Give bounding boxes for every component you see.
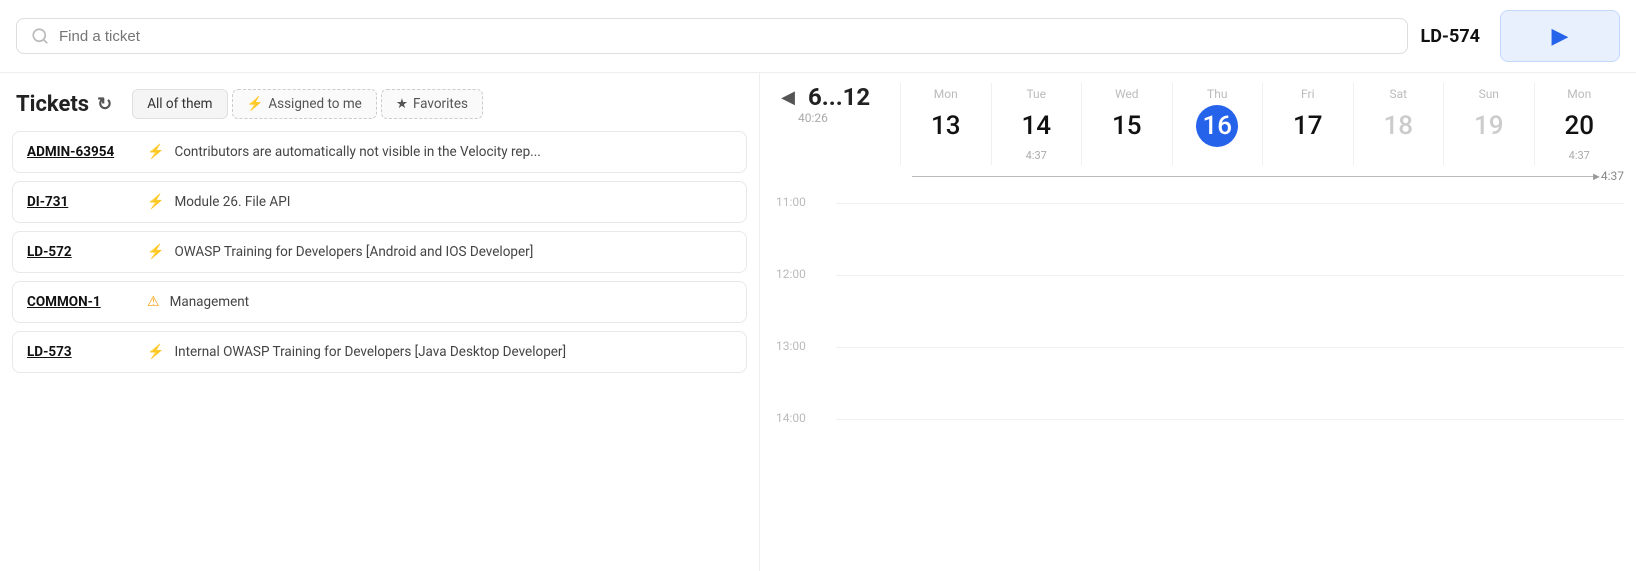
time-grid-line [836, 203, 1624, 204]
play-button[interactable]: ▶ [1500, 10, 1620, 62]
favorites-icon: ★ [396, 96, 408, 112]
ticket-item[interactable]: LD-573 ⚡ Internal OWASP Training for Dev… [12, 331, 747, 373]
lightning-icon: ⚡ [147, 144, 164, 160]
day-name: Fri [1301, 83, 1314, 101]
time-end-label: 4:37 [1601, 169, 1624, 183]
day-column[interactable]: Mon 13 [900, 83, 991, 165]
day-column[interactable]: Sun 19 [1443, 83, 1534, 165]
search-box[interactable] [16, 18, 1408, 54]
week-range: 6...12 [808, 83, 870, 111]
day-hours: 4:37 [1569, 149, 1590, 165]
filter-assigned-label: Assigned to me [268, 96, 362, 112]
tickets-title: Tickets ↻ [16, 92, 112, 117]
ticket-id: LD-573 [27, 344, 137, 360]
filter-all-label: All of them [147, 96, 212, 112]
days-row: Mon 13 Tue 14 4:37 Wed 15 Thu 16 Fri 17 … [900, 83, 1636, 165]
ticket-item[interactable]: ADMIN-63954 ⚡ Contributors are automatic… [12, 131, 747, 173]
day-number[interactable]: 18 [1377, 105, 1419, 147]
warning-icon: ⚠ [147, 294, 160, 310]
ticket-id-badge: LD-574 [1420, 26, 1488, 47]
time-label: 13:00 [776, 339, 806, 353]
lightning-icon: ⚡ [147, 244, 164, 260]
calendar-body[interactable]: 11:00 12:00 13:00 14:00 [760, 195, 1636, 571]
time-label: 12:00 [776, 267, 806, 281]
search-input[interactable] [59, 28, 1393, 45]
filter-tab-assigned[interactable]: ⚡ Assigned to me [232, 89, 377, 119]
day-column[interactable]: Mon 20 4:37 [1534, 83, 1625, 165]
day-column[interactable]: Tue 14 4:37 [991, 83, 1082, 165]
ticket-id: ADMIN-63954 [27, 144, 137, 160]
day-number[interactable]: 13 [925, 105, 967, 147]
ticket-id: DI-731 [27, 194, 137, 210]
day-number[interactable]: 19 [1468, 105, 1510, 147]
day-name: Wed [1115, 83, 1139, 101]
filter-tab-favorites[interactable]: ★ Favorites [381, 89, 483, 119]
time-grid-line [836, 419, 1624, 420]
filter-favorites-label: Favorites [413, 96, 468, 112]
ticket-description: Module 26. File API [174, 194, 290, 210]
top-bar: LD-574 ▶ [0, 0, 1636, 73]
ticket-id: COMMON-1 [27, 294, 137, 310]
time-grid-line [836, 275, 1624, 276]
time-label: 11:00 [776, 195, 806, 209]
assigned-icon: ⚡ [247, 96, 264, 112]
week-total: 40:26 [776, 111, 828, 125]
day-name: Tue [1026, 83, 1046, 101]
ticket-id: LD-572 [27, 244, 137, 260]
main-content: Tickets ↻ All of them ⚡ Assigned to me ★… [0, 73, 1636, 571]
day-number[interactable]: 14 [1015, 105, 1057, 147]
prev-week-button[interactable]: ◀ [776, 87, 800, 108]
lightning-icon: ⚡ [147, 194, 164, 210]
day-name: Thu [1207, 83, 1227, 101]
left-panel: Tickets ↻ All of them ⚡ Assigned to me ★… [0, 73, 760, 571]
ticket-item[interactable]: DI-731 ⚡ Module 26. File API [12, 181, 747, 223]
ticket-description: Internal OWASP Training for Developers [… [174, 344, 566, 360]
day-name: Sat [1389, 83, 1407, 101]
ticket-item[interactable]: COMMON-1 ⚠ Management [12, 281, 747, 323]
ticket-item[interactable]: LD-572 ⚡ OWASP Training for Developers [… [12, 231, 747, 273]
day-name: Sun [1479, 83, 1499, 101]
day-column[interactable]: Sat 18 [1353, 83, 1444, 165]
play-icon: ▶ [1552, 24, 1569, 49]
day-column[interactable]: Thu 16 [1172, 83, 1263, 165]
ticket-description: Management [170, 294, 250, 310]
day-number[interactable]: 15 [1106, 105, 1148, 147]
time-label: 14:00 [776, 411, 806, 425]
time-arrow-row: ► 4:37 [760, 165, 1636, 183]
day-name: Mon [1567, 83, 1591, 101]
refresh-icon[interactable]: ↻ [97, 94, 112, 115]
day-column[interactable]: Fri 17 [1262, 83, 1353, 165]
day-column[interactable]: Wed 15 [1081, 83, 1172, 165]
day-number[interactable]: 17 [1287, 105, 1329, 147]
day-hours: 4:37 [1026, 149, 1047, 165]
right-panel: ◀ 6...12 40:26 Mon 13 Tue 14 4:37 Wed 15… [760, 73, 1636, 571]
ticket-description: Contributors are automatically not visib… [174, 144, 540, 160]
search-icon [31, 27, 49, 45]
filter-tab-all[interactable]: All of them [132, 89, 227, 119]
lightning-icon: ⚡ [147, 344, 164, 360]
time-grid-line [836, 347, 1624, 348]
ticket-list: ADMIN-63954 ⚡ Contributors are automatic… [0, 131, 759, 571]
tickets-label: Tickets [16, 92, 89, 117]
day-number[interactable]: 16 [1196, 105, 1238, 147]
day-name: Mon [934, 83, 958, 101]
day-number[interactable]: 20 [1558, 105, 1600, 147]
filter-tabs: All of them ⚡ Assigned to me ★ Favorites [132, 89, 483, 119]
tickets-header: Tickets ↻ All of them ⚡ Assigned to me ★… [0, 73, 759, 131]
ticket-description: OWASP Training for Developers [Android a… [174, 244, 533, 260]
